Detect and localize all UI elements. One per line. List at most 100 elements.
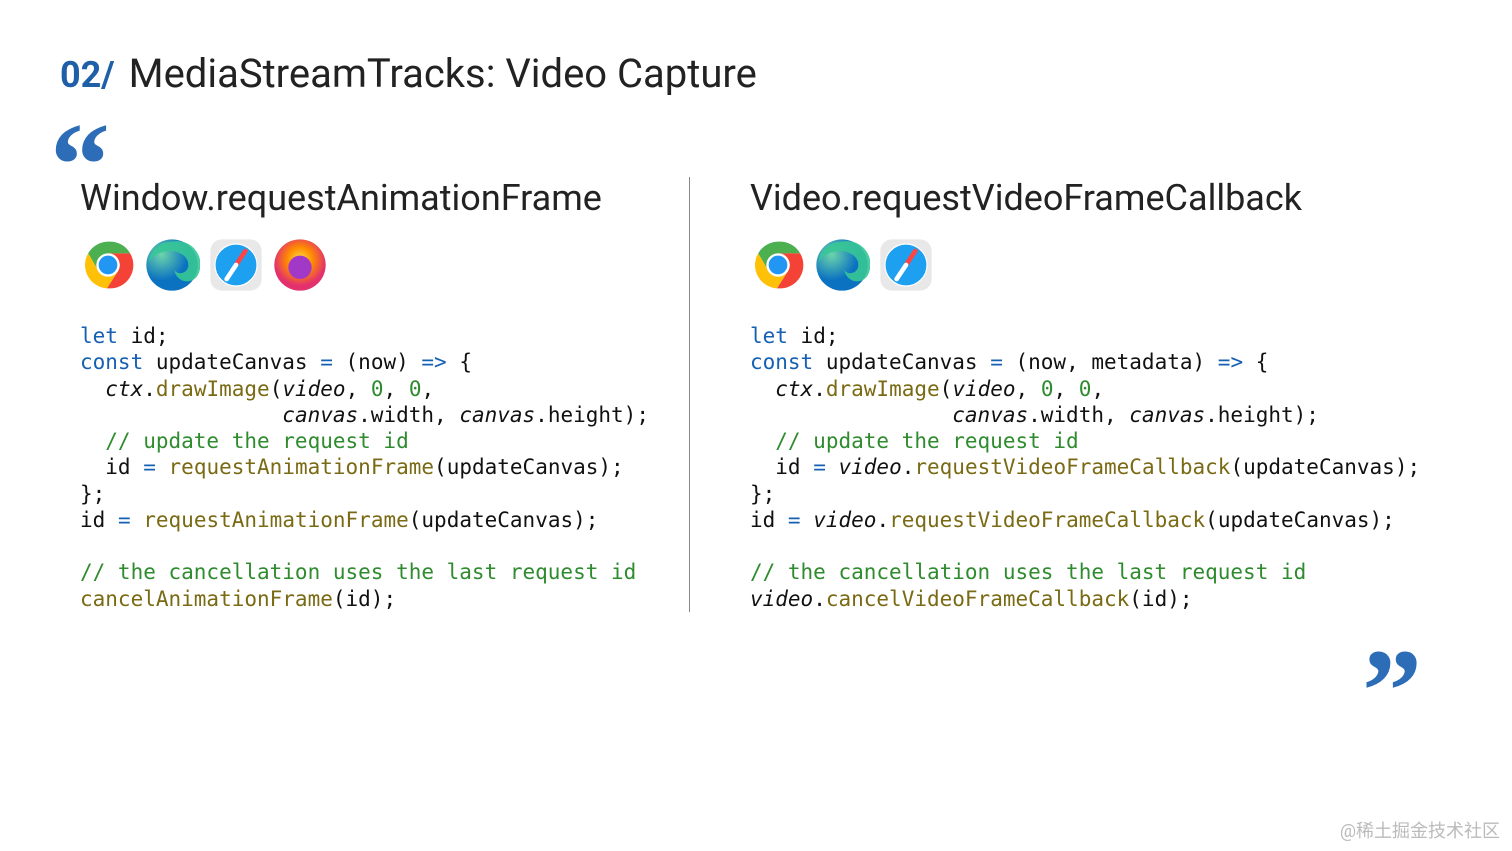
left-title: Window.requestAnimationFrame [80, 177, 649, 219]
code-fn: drawImage [826, 377, 940, 401]
watermark: @稀土掘金技术社区 [1340, 817, 1500, 843]
section-number: 02/ [60, 54, 115, 96]
code-text: , [1053, 377, 1078, 401]
code-text: .height); [1205, 403, 1319, 427]
code-text: id [80, 508, 118, 532]
code-kw: let [750, 324, 788, 348]
code-fn: drawImage [156, 377, 270, 401]
code-kw: const [80, 350, 143, 374]
code-arg: video [282, 377, 345, 401]
code-num: 0 [409, 377, 422, 401]
code-text: ( [270, 377, 283, 401]
code-text [750, 377, 775, 401]
code-fn: requestAnimationFrame [169, 455, 435, 479]
code-fn: requestVideoFrameCallback [889, 508, 1205, 532]
safari-icon [878, 237, 934, 293]
chrome-icon [750, 237, 806, 293]
code-comment: // the cancellation uses the last reques… [750, 560, 1306, 584]
quote-open-icon: “ [50, 105, 110, 225]
code-text [80, 403, 282, 427]
left-column: Window.requestAnimationFrame let id; con… [80, 177, 689, 612]
edge-icon [814, 237, 870, 293]
content-columns: Window.requestAnimationFrame let id; con… [80, 177, 1452, 612]
right-browser-list [750, 237, 1420, 293]
code-text: (id); [333, 587, 396, 611]
code-text: (updateCanvas); [1230, 455, 1420, 479]
left-code-block: let id; const updateCanvas = (now) => { … [80, 323, 649, 612]
code-text: , [1016, 377, 1041, 401]
code-text: , [384, 377, 409, 401]
code-kw: const [750, 350, 813, 374]
code-text: (id); [1129, 587, 1192, 611]
code-text [750, 403, 952, 427]
code-text [801, 508, 814, 532]
code-text: . [902, 455, 915, 479]
right-title: Video.requestVideoFrameCallback [750, 177, 1420, 219]
code-obj: video [839, 455, 902, 479]
code-text [80, 377, 105, 401]
code-text: (now, metadata) [1003, 350, 1218, 374]
chrome-icon [80, 237, 136, 293]
code-text: , [1091, 377, 1104, 401]
code-fn: cancelVideoFrameCallback [826, 587, 1129, 611]
code-text: { [1243, 350, 1268, 374]
code-text: .width, [1028, 403, 1129, 427]
code-text: id; [118, 324, 169, 348]
code-op: = [813, 455, 826, 479]
code-text: .height); [535, 403, 649, 427]
code-num: 0 [1079, 377, 1092, 401]
code-op: = [320, 350, 333, 374]
code-num: 0 [1041, 377, 1054, 401]
code-text: id [750, 455, 813, 479]
code-comment: // update the request id [80, 429, 409, 453]
code-op: = [118, 508, 131, 532]
slide-title: MediaStreamTracks: Video Capture [129, 50, 757, 97]
code-op: => [421, 350, 446, 374]
quote-close-icon: ” [1362, 631, 1422, 751]
edge-icon [144, 237, 200, 293]
code-text [826, 455, 839, 479]
code-obj: video [813, 508, 876, 532]
code-text: .width, [358, 403, 459, 427]
code-fn: requestAnimationFrame [143, 508, 409, 532]
code-arg: video [952, 377, 1015, 401]
code-text: . [813, 587, 826, 611]
code-text: . [143, 377, 156, 401]
code-op: = [143, 455, 156, 479]
code-kw: let [80, 324, 118, 348]
slide-header: 02/ MediaStreamTracks: Video Capture [0, 0, 1512, 97]
right-column: Video.requestVideoFrameCallback let id; … [689, 177, 1460, 612]
code-arg: canvas [459, 403, 535, 427]
code-text [131, 508, 144, 532]
code-obj: ctx [105, 377, 143, 401]
code-op: = [990, 350, 1003, 374]
code-text: }; [80, 482, 105, 506]
code-text: id [750, 508, 788, 532]
code-text: (updateCanvas); [409, 508, 599, 532]
code-text [156, 455, 169, 479]
code-text: id [80, 455, 143, 479]
code-arg: canvas [1129, 403, 1205, 427]
firefox-icon [272, 237, 328, 293]
code-text: . [876, 508, 889, 532]
code-num: 0 [371, 377, 384, 401]
code-fn: requestVideoFrameCallback [914, 455, 1230, 479]
left-browser-list [80, 237, 649, 293]
code-text: . [813, 377, 826, 401]
code-op: = [788, 508, 801, 532]
code-text: id; [788, 324, 839, 348]
code-text: updateCanvas [143, 350, 320, 374]
code-text: ( [940, 377, 953, 401]
code-arg: canvas [282, 403, 358, 427]
code-text: , [346, 377, 371, 401]
code-obj: video [750, 587, 813, 611]
code-text: { [447, 350, 472, 374]
code-text: (updateCanvas); [434, 455, 624, 479]
code-op: => [1218, 350, 1243, 374]
code-arg: canvas [952, 403, 1028, 427]
right-code-block: let id; const updateCanvas = (now, metad… [750, 323, 1420, 612]
code-text: , [421, 377, 434, 401]
code-text: }; [750, 482, 775, 506]
safari-icon [208, 237, 264, 293]
code-text: (updateCanvas); [1205, 508, 1395, 532]
